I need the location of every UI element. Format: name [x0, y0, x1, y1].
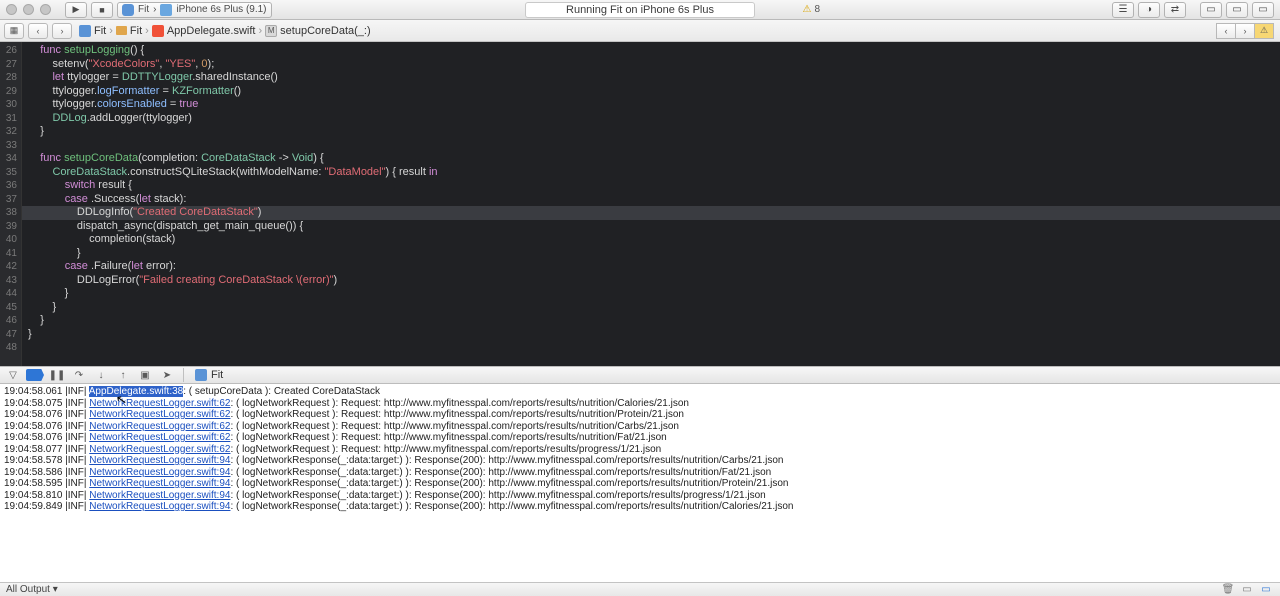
source-link[interactable]: NetworkRequestLogger.swift:62 [89, 421, 230, 432]
device-icon [160, 4, 172, 16]
clear-console-button[interactable]: 🗑 [1220, 584, 1236, 596]
jump-bar: ▦ ‹ › Fit › Fit › AppDelegate.swift › M … [0, 20, 1280, 42]
debug-target-label: Fit [211, 369, 223, 381]
console-line[interactable]: 19:04:58.586 |INF| NetworkRequestLogger.… [4, 467, 1276, 479]
step-over-button[interactable]: ↷ [70, 368, 88, 382]
step-into-button[interactable]: ↓ [92, 368, 110, 382]
breadcrumb[interactable]: Fit › Fit › AppDelegate.swift › M setupC… [76, 25, 374, 37]
toggle-navigator-button[interactable]: ▭ [1200, 2, 1222, 18]
editor-mode-assistant-button[interactable]: ◑ [1138, 2, 1160, 18]
swift-file-icon [152, 25, 164, 37]
close-icon[interactable] [6, 4, 17, 15]
activity-status: Running Fit on iPhone 6s Plus [525, 2, 755, 18]
warnings-badge[interactable]: ⚠ 8 [802, 2, 820, 18]
code-area[interactable]: func setupLogging() { setenv("XcodeColor… [22, 42, 1280, 366]
chevron-right-icon: › [258, 25, 262, 37]
editor-mode-standard-button[interactable]: ☰ [1112, 2, 1134, 18]
scheme-app-label: Fit [138, 4, 149, 15]
editor-mode-version-button[interactable]: ⇄ [1164, 2, 1186, 18]
source-link[interactable]: NetworkRequestLogger.swift:62 [89, 409, 230, 420]
app-icon [122, 4, 134, 16]
variables-pane-toggle-button[interactable]: ▭ [1239, 584, 1255, 596]
output-filter-selector[interactable]: All Output ▾ [6, 584, 58, 595]
source-link[interactable]: NetworkRequestLogger.swift:62 [89, 444, 230, 455]
scheme-selector[interactable]: Fit › iPhone 6s Plus (9.1) [117, 2, 272, 18]
zoom-icon[interactable] [40, 4, 51, 15]
source-link[interactable]: NetworkRequestLogger.swift:94 [89, 501, 230, 512]
process-icon [195, 369, 207, 381]
debug-view-hierarchy-button[interactable]: ▣ [136, 368, 154, 382]
project-icon [79, 25, 91, 37]
breakpoints-toggle-button[interactable] [26, 369, 44, 381]
line-number-gutter[interactable]: 2627282930313233343536373839404142434445… [0, 42, 22, 366]
console-bottom-bar: All Output ▾ 🗑 ▭ ▭ [0, 582, 1280, 596]
breadcrumb-method: setupCoreData(_:) [280, 25, 371, 37]
toggle-utilities-button[interactable]: ▭ [1252, 2, 1274, 18]
source-link[interactable]: NetworkRequestLogger.swift:94 [89, 467, 230, 478]
window-controls [6, 4, 51, 15]
debug-toolbar: ▽ ❚❚ ↷ ↓ ↑ ▣ ➤ Fit [0, 366, 1280, 384]
minimize-icon[interactable] [23, 4, 34, 15]
console-line[interactable]: 19:04:58.075 |INF| NetworkRequestLogger.… [4, 398, 1276, 410]
console-line[interactable]: 19:04:58.061 |INF| AppDelegate.swift:38:… [4, 386, 1276, 398]
stop-button[interactable] [91, 2, 113, 18]
chevron-right-icon: › [109, 25, 113, 37]
folder-icon [116, 26, 127, 35]
console-line[interactable]: 19:04:58.077 |INF| NetworkRequestLogger.… [4, 444, 1276, 456]
main-toolbar: Fit › iPhone 6s Plus (9.1) Running Fit o… [0, 0, 1280, 20]
chevron-down-icon: ▾ [53, 584, 58, 595]
hide-debug-button[interactable]: ▽ [4, 368, 22, 382]
console-line[interactable]: 19:04:59.849 |INF| NetworkRequestLogger.… [4, 501, 1276, 513]
output-filter-label: All Output [6, 584, 50, 595]
related-items-button[interactable]: ▦ [4, 23, 24, 39]
source-link[interactable]: NetworkRequestLogger.swift:94 [89, 455, 230, 466]
forward-button[interactable]: › [52, 23, 72, 39]
console-line[interactable]: 19:04:58.578 |INF| NetworkRequestLogger.… [4, 455, 1276, 467]
console-pane-toggle-button[interactable]: ▭ [1258, 584, 1274, 596]
console-line[interactable]: 19:04:58.076 |INF| NetworkRequestLogger.… [4, 432, 1276, 444]
toggle-debug-area-button[interactable]: ▭ [1226, 2, 1248, 18]
simulate-location-button[interactable]: ➤ [158, 368, 176, 382]
source-editor[interactable]: 2627282930313233343536373839404142434445… [0, 42, 1280, 366]
next-issue-button[interactable]: › [1235, 23, 1255, 39]
console-line[interactable]: 19:04:58.076 |INF| NetworkRequestLogger.… [4, 409, 1276, 421]
console-line[interactable]: 19:04:58.595 |INF| NetworkRequestLogger.… [4, 478, 1276, 490]
breadcrumb-file: AppDelegate.swift [167, 25, 256, 37]
step-out-button[interactable]: ↑ [114, 368, 132, 382]
breadcrumb-group: Fit [130, 25, 142, 37]
warning-count: 8 [814, 4, 820, 15]
breadcrumb-project: Fit [94, 25, 106, 37]
prev-issue-button[interactable]: ‹ [1216, 23, 1236, 39]
console-line[interactable]: 19:04:58.076 |INF| NetworkRequestLogger.… [4, 421, 1276, 433]
scheme-device-label: iPhone 6s Plus (9.1) [176, 4, 266, 15]
source-link[interactable]: NetworkRequestLogger.swift:94 [89, 478, 230, 489]
source-link[interactable]: NetworkRequestLogger.swift:62 [89, 398, 230, 409]
chevron-right-icon: › [153, 4, 156, 15]
pause-button[interactable]: ❚❚ [48, 368, 66, 382]
method-icon: M [265, 25, 277, 37]
status-text: Running Fit on iPhone 6s Plus [566, 4, 714, 16]
source-link[interactable]: NetworkRequestLogger.swift:94 [89, 490, 230, 501]
back-button[interactable]: ‹ [28, 23, 48, 39]
run-button[interactable] [65, 2, 87, 18]
issue-indicator-icon[interactable]: ⚠ [1254, 23, 1274, 39]
warning-icon: ⚠ [802, 4, 811, 15]
chevron-right-icon: › [145, 25, 149, 37]
source-link[interactable]: NetworkRequestLogger.swift:62 [89, 432, 230, 443]
source-link[interactable]: AppDelegate.swift:38 [89, 386, 184, 397]
console-line[interactable]: 19:04:58.810 |INF| NetworkRequestLogger.… [4, 490, 1276, 502]
debug-console[interactable]: 19:04:58.061 |INF| AppDelegate.swift:38:… [0, 384, 1280, 582]
